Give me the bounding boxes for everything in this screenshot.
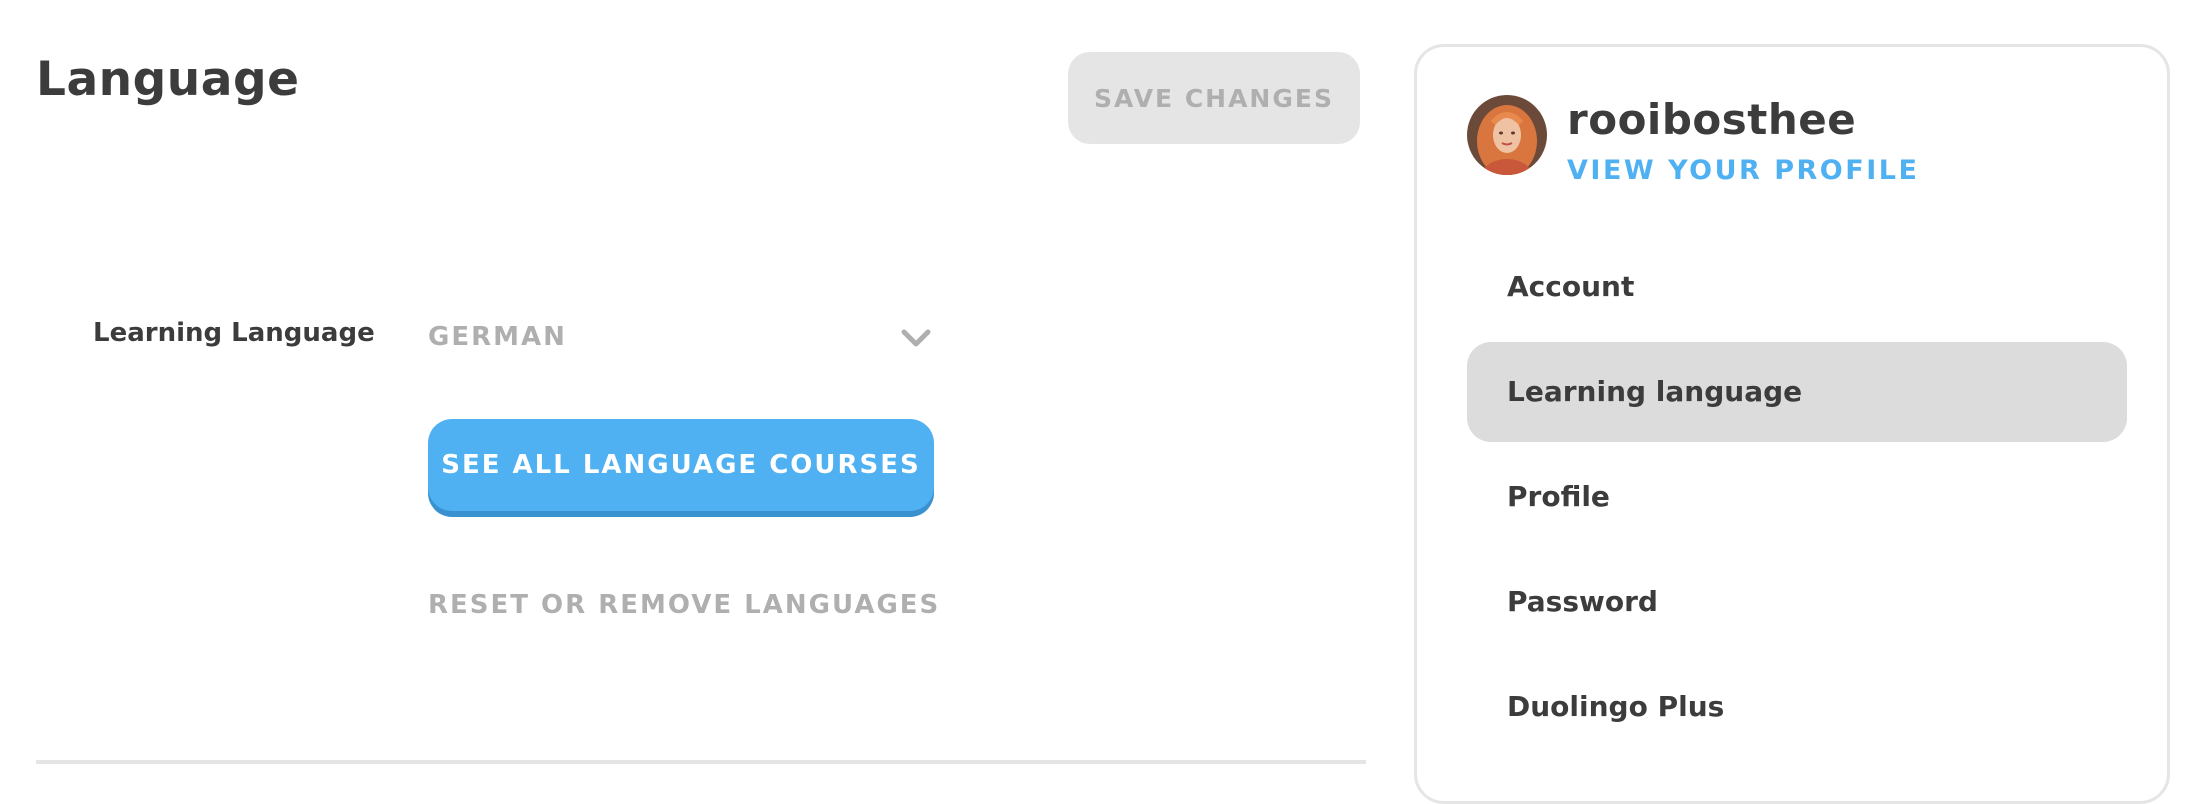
sidebar-item-password[interactable]: Password [1467, 552, 2127, 652]
save-changes-button[interactable]: SAVE CHANGES [1068, 52, 1360, 144]
view-profile-link[interactable]: VIEW YOUR PROFILE [1567, 155, 1919, 186]
chevron-down-icon [898, 320, 934, 356]
learning-language-select[interactable]: GERMAN [428, 310, 934, 366]
learning-language-label: Learning Language [93, 318, 375, 348]
sidebar-item-profile[interactable]: Profile [1467, 447, 2127, 547]
selected-language-value: GERMAN [428, 322, 567, 352]
settings-main: Language SAVE CHANGES Learning Language … [0, 0, 1380, 764]
page-title: Language [36, 52, 300, 107]
user-avatar[interactable] [1467, 95, 1547, 175]
sidebar-item-learning-language[interactable]: Learning language [1467, 342, 2127, 442]
sidebar-item-account[interactable]: Account [1467, 237, 2127, 337]
section-divider [36, 760, 1366, 764]
reset-remove-languages-link[interactable]: RESET OR REMOVE LANGUAGES [428, 590, 940, 620]
sidebar-item-duolingo-plus[interactable]: Duolingo Plus [1467, 657, 2127, 757]
see-all-language-courses-button[interactable]: SEE ALL LANGUAGE COURSES [428, 419, 934, 511]
settings-sidebar: rooibosthee VIEW YOUR PROFILE Account Le… [1414, 44, 2170, 804]
profile-username: rooibosthee [1567, 95, 1857, 144]
